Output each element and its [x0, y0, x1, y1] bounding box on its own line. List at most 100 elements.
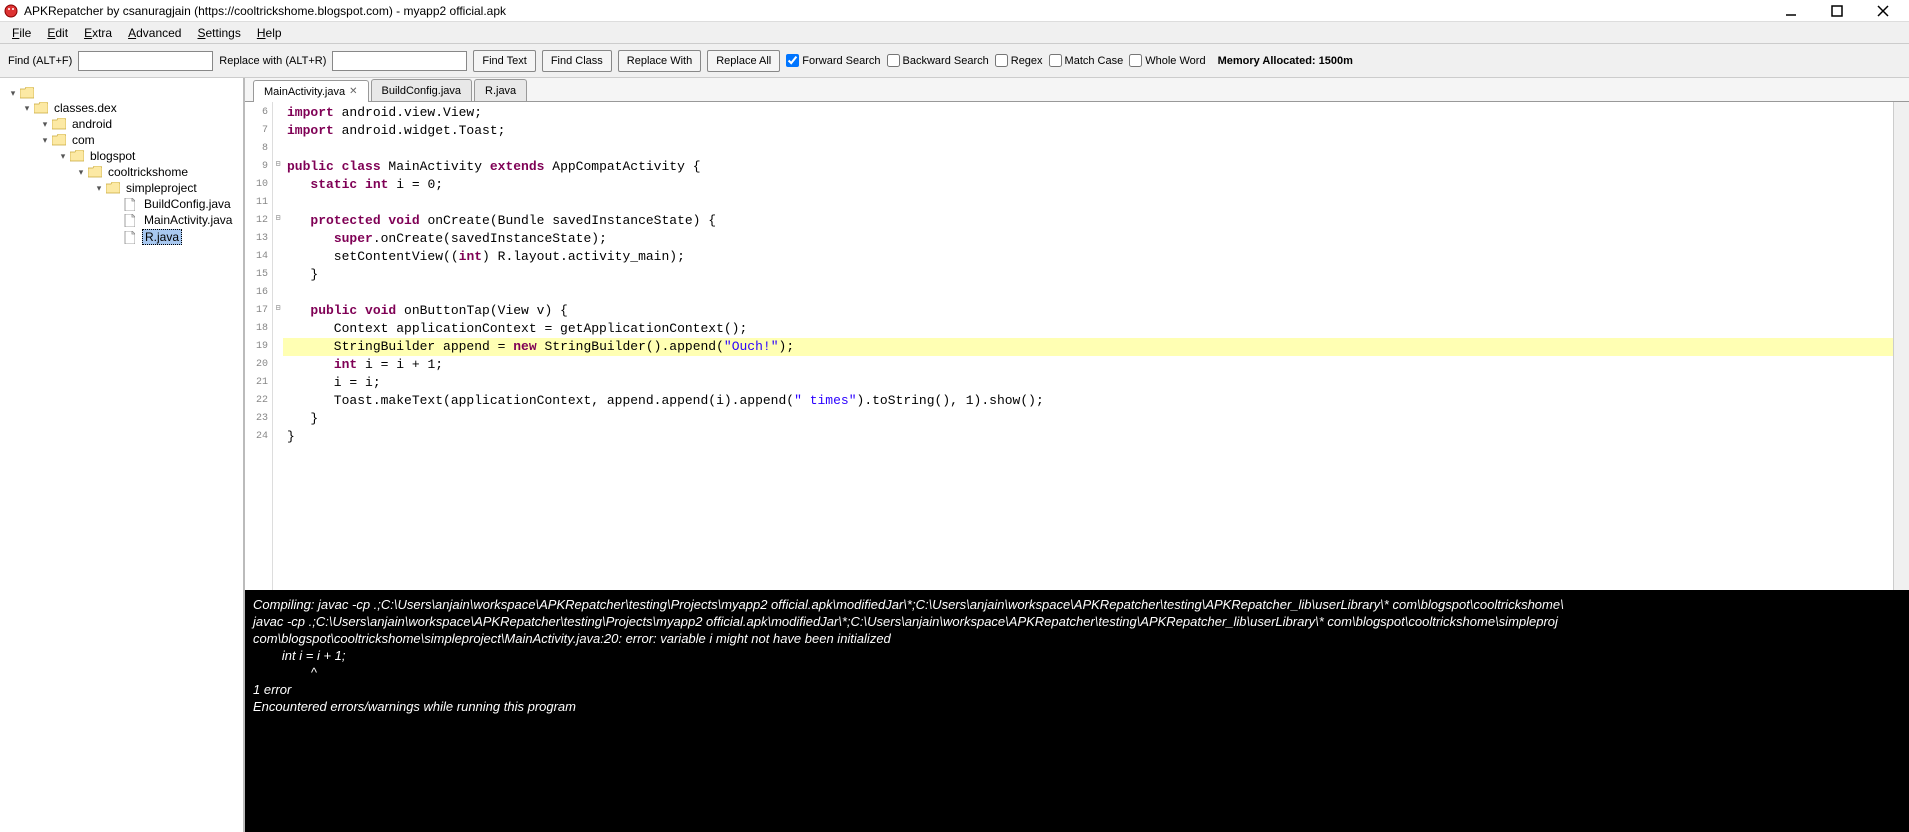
menu-extra[interactable]: Extra: [76, 24, 120, 42]
tree-node-classes-dex[interactable]: ▾ classes.dex: [4, 100, 239, 116]
tree-node-simpleproject[interactable]: ▾ simpleproject: [4, 180, 239, 196]
tree-node-label: MainActivity.java: [142, 213, 234, 227]
backward-search-checkbox[interactable]: Backward Search: [887, 54, 989, 67]
find-label: Find (ALT+F): [8, 55, 72, 67]
memory-status: Memory Allocated: 1500m: [1218, 55, 1353, 67]
maximize-button[interactable]: [1823, 2, 1851, 20]
code-line[interactable]: static int i = 0;: [283, 176, 1893, 194]
match-case-checkbox[interactable]: Match Case: [1049, 54, 1124, 67]
window-title: APKRepatcher by csanuragjain (https://co…: [24, 4, 1777, 18]
tree-node-buildconfig-java[interactable]: BuildConfig.java: [4, 196, 239, 212]
code-line[interactable]: i = i;: [283, 374, 1893, 392]
tree-panel[interactable]: ▾▾classes.dex▾android▾com▾blogspot▾coolt…: [0, 78, 245, 832]
tree-node-label: com: [70, 133, 97, 147]
code-line[interactable]: import android.view.View;: [283, 104, 1893, 122]
file-icon: [124, 231, 138, 243]
folder-icon: [20, 87, 34, 99]
window-controls: [1777, 2, 1897, 20]
tree-node-com[interactable]: ▾ com: [4, 132, 239, 148]
code-line[interactable]: Context applicationContext = getApplicat…: [283, 320, 1893, 338]
find-input[interactable]: [78, 51, 213, 71]
code-line[interactable]: [283, 284, 1893, 302]
regex-checkbox[interactable]: Regex: [995, 54, 1043, 67]
folder-icon: [34, 102, 48, 114]
tab-label: MainActivity.java: [264, 86, 345, 98]
file-icon: [124, 198, 138, 210]
code-line[interactable]: protected void onCreate(Bundle savedInst…: [283, 212, 1893, 230]
tree-node-label: BuildConfig.java: [142, 197, 233, 211]
folder-icon: [88, 166, 102, 178]
code-line[interactable]: import android.widget.Toast;: [283, 122, 1893, 140]
titlebar: APKRepatcher by csanuragjain (https://co…: [0, 0, 1909, 22]
tree-node-android[interactable]: ▾ android: [4, 116, 239, 132]
app-icon: [4, 4, 18, 18]
editor-scrollbar[interactable]: [1893, 102, 1909, 590]
editor-area: MainActivity.java ✕ BuildConfig.java R.java…: [245, 78, 1909, 832]
code-content[interactable]: import android.view.View;import android.…: [283, 102, 1893, 590]
close-icon[interactable]: ✕: [349, 86, 357, 97]
folder-icon: [52, 118, 66, 130]
menu-file[interactable]: File: [4, 24, 39, 42]
tree-node-r-java[interactable]: R.java: [4, 228, 239, 246]
line-number-gutter: 6789101112131415161718192021222324: [245, 102, 273, 590]
tree-node-cooltrickshome[interactable]: ▾ cooltrickshome: [4, 164, 239, 180]
replace-input[interactable]: [332, 51, 467, 71]
toolbar: Find (ALT+F) Replace with (ALT+R) Find T…: [0, 44, 1909, 78]
code-line[interactable]: StringBuilder append = new StringBuilder…: [283, 338, 1893, 356]
tree-node-label: cooltrickshome: [106, 165, 190, 179]
tree-node-root[interactable]: ▾: [4, 86, 239, 100]
menu-settings[interactable]: Settings: [189, 24, 248, 42]
code-line[interactable]: public void onButtonTap(View v) {: [283, 302, 1893, 320]
tab-buildconfig-java[interactable]: BuildConfig.java: [371, 79, 473, 101]
close-button[interactable]: [1869, 2, 1897, 20]
whole-word-checkbox[interactable]: Whole Word: [1129, 54, 1205, 67]
code-line[interactable]: public class MainActivity extends AppCom…: [283, 158, 1893, 176]
code-line[interactable]: setContentView((int) R.layout.activity_m…: [283, 248, 1893, 266]
code-line[interactable]: super.onCreate(savedInstanceState);: [283, 230, 1893, 248]
forward-search-checkbox[interactable]: Forward Search: [786, 54, 880, 67]
folder-icon: [106, 182, 120, 194]
code-line[interactable]: }: [283, 410, 1893, 428]
tab-mainactivity-java[interactable]: MainActivity.java ✕: [253, 80, 369, 102]
folder-icon: [70, 150, 84, 162]
code-line[interactable]: Toast.makeText(applicationContext, appen…: [283, 392, 1893, 410]
code-line[interactable]: }: [283, 266, 1893, 284]
find-text-button[interactable]: Find Text: [473, 50, 535, 72]
code-line[interactable]: int i = i + 1;: [283, 356, 1893, 374]
tab-label: R.java: [485, 85, 516, 97]
tree-node-label: simpleproject: [124, 181, 199, 195]
tab-strip: MainActivity.java ✕ BuildConfig.java R.java: [245, 78, 1909, 102]
file-icon: [124, 214, 138, 226]
tree-toggle-icon[interactable]: ▾: [22, 103, 32, 114]
menu-help[interactable]: Help: [249, 24, 290, 42]
tab-label: BuildConfig.java: [382, 85, 462, 97]
tree-node-blogspot[interactable]: ▾ blogspot: [4, 148, 239, 164]
menu-advanced[interactable]: Advanced: [120, 24, 189, 42]
folder-icon: [52, 134, 66, 146]
tab-r-java[interactable]: R.java: [474, 79, 527, 101]
code-editor[interactable]: 6789101112131415161718192021222324 ⊟⊟⊟ i…: [245, 102, 1909, 590]
tree-toggle-icon[interactable]: ▾: [40, 135, 50, 146]
tree-toggle-icon[interactable]: ▾: [58, 151, 68, 162]
console-output[interactable]: Compiling: javac -cp .;C:\Users\anjain\w…: [245, 590, 1909, 832]
fold-gutter[interactable]: ⊟⊟⊟: [273, 102, 283, 590]
code-line[interactable]: }: [283, 428, 1893, 446]
minimize-button[interactable]: [1777, 2, 1805, 20]
tree-node-label: android: [70, 117, 114, 131]
replace-label: Replace with (ALT+R): [219, 55, 326, 67]
tree-node-label: R.java: [142, 229, 182, 245]
code-line[interactable]: [283, 194, 1893, 212]
replace-with-button[interactable]: Replace With: [618, 50, 701, 72]
tree-node-label: classes.dex: [52, 101, 119, 115]
tree-toggle-icon[interactable]: ▾: [94, 183, 104, 194]
tree-toggle-icon[interactable]: ▾: [76, 167, 86, 178]
replace-all-button[interactable]: Replace All: [707, 50, 780, 72]
tree-toggle-icon[interactable]: ▾: [8, 88, 18, 99]
menu-edit[interactable]: Edit: [39, 24, 76, 42]
menubar: FileEditExtraAdvancedSettingsHelp: [0, 22, 1909, 44]
tree-toggle-icon[interactable]: ▾: [40, 119, 50, 130]
code-line[interactable]: [283, 140, 1893, 158]
find-class-button[interactable]: Find Class: [542, 50, 612, 72]
tree-node-label: blogspot: [88, 149, 137, 163]
tree-node-mainactivity-java[interactable]: MainActivity.java: [4, 212, 239, 228]
